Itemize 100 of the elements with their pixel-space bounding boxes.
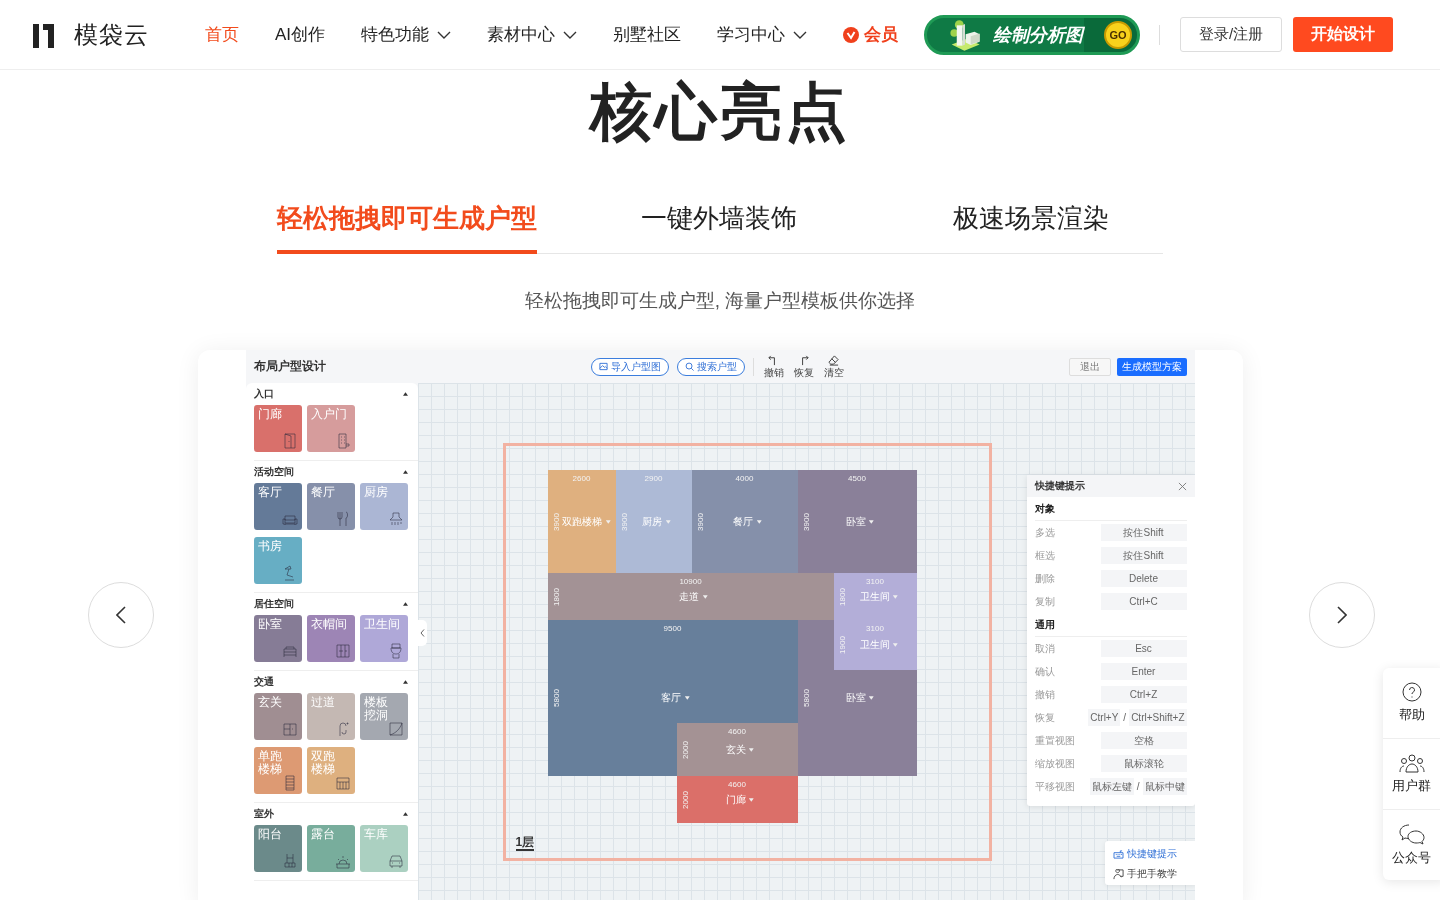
room-tile[interactable]: 玄关: [253, 693, 302, 740]
toolbar-pill-button[interactable]: 导入户型图: [590, 357, 669, 376]
tool-button[interactable]: 撤销: [761, 355, 786, 378]
close-icon[interactable]: [1177, 481, 1187, 491]
shortcut-action: 缩放视图: [1034, 756, 1075, 771]
sidebar-link[interactable]: 公众号: [1383, 810, 1440, 880]
room-block[interactable]: 4600 2000 门廊: [676, 776, 798, 823]
logo-text[interactable]: 模袋云: [74, 18, 149, 51]
hood-icon: [387, 511, 404, 527]
shortcut-action: 平移视图: [1034, 779, 1075, 794]
nav-link[interactable]: 特色功能: [361, 23, 452, 46]
chair-icon: [281, 853, 298, 869]
key-chip: 鼠标中键: [1142, 778, 1187, 795]
collapse-caret-icon[interactable]: [402, 602, 408, 606]
chevron-left-icon: [116, 606, 126, 624]
help-link[interactable]: 快捷键提示: [1112, 847, 1195, 861]
chevron-right-icon: [1337, 606, 1347, 624]
dimension-label: 3900: [551, 511, 560, 533]
room-name[interactable]: 厨房: [642, 515, 671, 528]
dimension-label: 1800: [551, 586, 560, 608]
room-name[interactable]: 卧室: [845, 515, 874, 528]
help-link[interactable]: 手把手教学: [1112, 867, 1195, 881]
nav-link[interactable]: 会员: [843, 23, 899, 46]
room-tile[interactable]: 过道: [306, 693, 355, 740]
nav-link[interactable]: AI创作: [275, 23, 326, 46]
room-tile[interactable]: 双跑 楼梯: [306, 747, 355, 794]
collapse-caret-icon[interactable]: [402, 392, 408, 396]
room-name[interactable]: 餐厅: [733, 515, 762, 528]
collapse-caret-icon[interactable]: [402, 470, 408, 474]
dimension-label: 1800: [837, 586, 846, 608]
toolbar-pill-button[interactable]: 搜索户型: [676, 357, 745, 376]
room-name[interactable]: 双跑楼梯: [562, 515, 611, 528]
toilet-icon: [387, 643, 404, 659]
category-title: 入口: [253, 387, 274, 401]
shortcut-action: 复制: [1034, 594, 1055, 609]
editor-title: 布局户型设计: [253, 358, 327, 375]
eraser-icon: [828, 355, 839, 366]
tool-button[interactable]: 恢复: [791, 355, 816, 378]
nav-link[interactable]: 别墅社区: [613, 23, 682, 46]
room-name[interactable]: 卫生间: [859, 590, 898, 603]
plan-canvas[interactable]: [417, 383, 1195, 900]
shortcut-action: 确认: [1034, 664, 1055, 679]
category-title: 交通: [253, 675, 274, 689]
room-tile[interactable]: 门廊: [253, 405, 302, 452]
feature-tab[interactable]: 极速场景渲染: [953, 200, 1109, 254]
room-block[interactable]: 2600 3900 双跑楼梯: [547, 470, 616, 573]
room-tile[interactable]: 卫生间: [359, 615, 408, 662]
room-name[interactable]: 卫生间: [859, 639, 898, 651]
room-tile[interactable]: 单跑 楼梯: [253, 747, 302, 794]
caret-down-icon: [892, 594, 898, 599]
room-name[interactable]: 玄关: [725, 743, 754, 756]
collapse-caret-icon[interactable]: [402, 680, 408, 684]
bed-icon: [281, 643, 298, 659]
floor-label[interactable]: 1层: [515, 835, 535, 851]
tool-button[interactable]: 清空: [821, 355, 846, 378]
nav-link[interactable]: 首页: [205, 23, 239, 46]
promo-banner[interactable]: 绘制分析图 GO: [924, 14, 1141, 55]
room-name[interactable]: 客厅: [661, 692, 690, 704]
room-tile[interactable]: 衣帽间: [306, 615, 355, 662]
room-tile[interactable]: 露台: [306, 825, 355, 872]
dimension-label: 4600: [727, 727, 747, 736]
room-tile[interactable]: 入户门: [306, 405, 355, 452]
room-block[interactable]: 4500 3900 卧室: [797, 470, 917, 573]
exit-button[interactable]: 退出: [1068, 357, 1111, 376]
nav-link[interactable]: 学习中心: [717, 23, 808, 46]
panel-title: 快捷键提示: [1034, 479, 1085, 493]
room-name[interactable]: 门廊: [725, 793, 754, 806]
room-block[interactable]: 4600 2000 玄关: [676, 723, 798, 776]
cutlery-icon: [334, 511, 351, 527]
room-name[interactable]: 走道: [679, 590, 708, 603]
feature-tab[interactable]: 一键外墙装饰: [641, 200, 797, 254]
category-title: 室外: [253, 807, 274, 821]
room-block[interactable]: 2900 3900 厨房: [615, 470, 692, 573]
room-tile[interactable]: 阳台: [253, 825, 302, 872]
separator-text: /: [1123, 712, 1127, 723]
start-design-button[interactable]: 开始设计: [1293, 17, 1394, 52]
dimension-label: 9500: [662, 624, 683, 633]
room-block[interactable]: 9500 5800 客厅 4600 2000 玄关: [547, 620, 798, 776]
sidebar-link[interactable]: 帮助: [1383, 668, 1440, 739]
collapse-caret-icon[interactable]: [402, 812, 408, 816]
room-block[interactable]: 10900 1800 走道: [547, 573, 834, 620]
room-block[interactable]: 4000 3900 餐厅: [691, 470, 798, 573]
room-tile[interactable]: 书房: [253, 537, 302, 584]
sidebar-link[interactable]: 用户群: [1383, 739, 1440, 810]
login-button[interactable]: 登录/注册: [1180, 17, 1283, 52]
caret-down-icon: [665, 519, 671, 524]
room-tile[interactable]: 餐厅: [306, 483, 355, 530]
nav-link[interactable]: 素材中心: [487, 23, 578, 46]
dimension-label: 3900: [801, 511, 810, 533]
building-drawing: [949, 18, 982, 52]
room-tile[interactable]: 卧室: [253, 615, 302, 662]
collapse-handle[interactable]: [417, 620, 427, 646]
room-tile[interactable]: 楼板 挖洞: [359, 693, 408, 740]
feature-tab[interactable]: 轻松拖拽即可生成户型: [277, 200, 537, 254]
room-tile[interactable]: 厨房: [359, 483, 408, 530]
help-icon: [1401, 682, 1422, 702]
room-name[interactable]: 卧室: [845, 692, 874, 704]
generate-button[interactable]: 生成模型方案: [1116, 357, 1187, 376]
room-tile[interactable]: 客厅: [253, 483, 302, 530]
section-title: 核心亮点: [587, 76, 851, 148]
